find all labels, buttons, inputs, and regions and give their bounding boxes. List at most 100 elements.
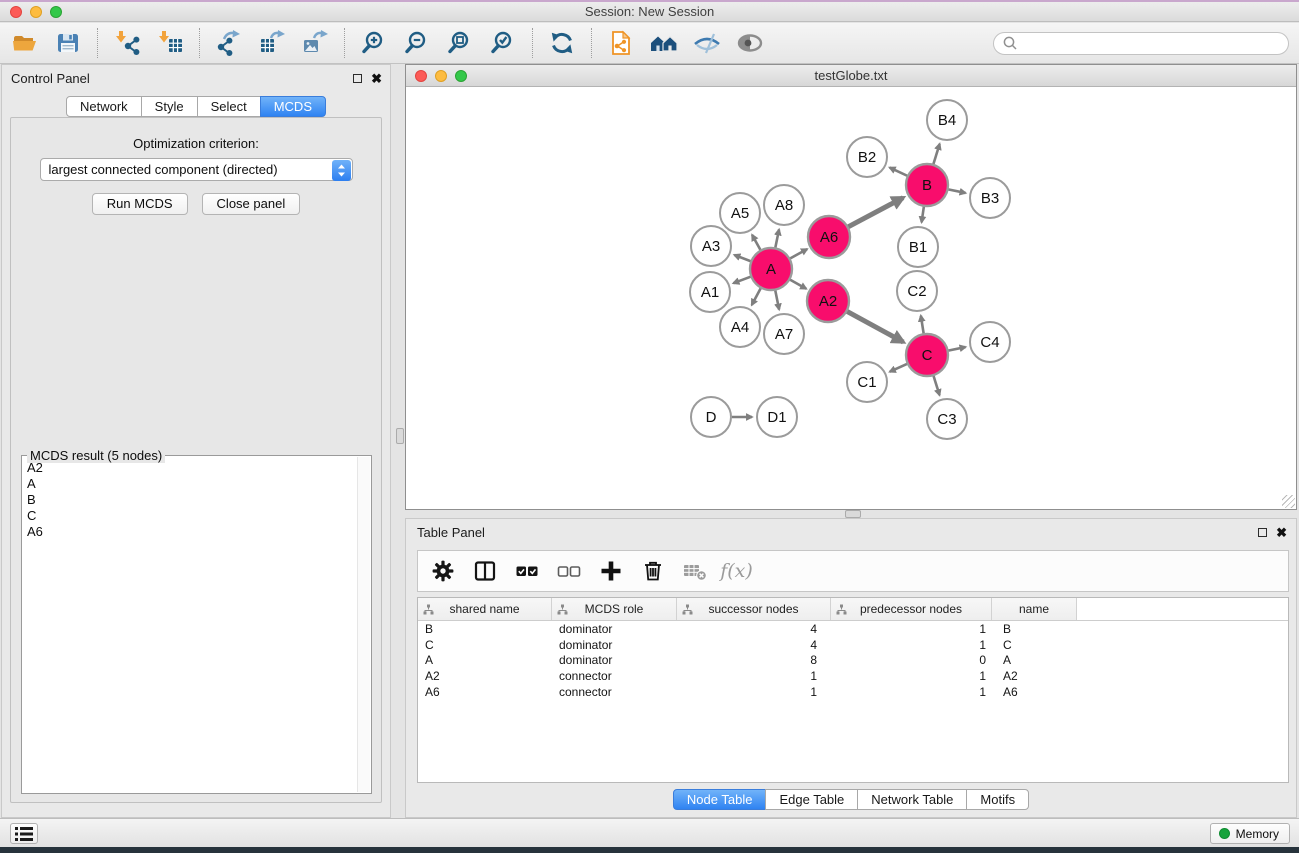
close-panel-button[interactable]: Close panel [202, 193, 301, 215]
table-options-button[interactable] [424, 556, 461, 586]
search-box [993, 32, 1289, 55]
import-table-button[interactable] [153, 28, 187, 58]
graph-edge-A2-C[interactable] [846, 311, 903, 342]
graph-edge-A6-B[interactable] [848, 198, 904, 228]
export-network-button[interactable] [212, 28, 246, 58]
zoom-window-button[interactable] [50, 6, 62, 18]
graph-edge-B-B4[interactable] [933, 144, 939, 165]
table-row[interactable]: A2connector11A2 [418, 668, 1288, 684]
graph-edge-B-B3[interactable] [948, 189, 966, 193]
export-table-button[interactable] [255, 28, 289, 58]
node-table: shared nameMCDS role successor nodes prede… [417, 597, 1289, 783]
zoom-network-button[interactable] [455, 70, 467, 82]
zoom-fit-button[interactable] [443, 28, 477, 58]
save-session-button[interactable] [51, 28, 85, 58]
graph-edge-A-A4[interactable] [752, 288, 761, 305]
function-builder-button[interactable]: f(x) [718, 556, 755, 586]
graph-edge-A-A1[interactable] [733, 276, 751, 283]
column-header-name[interactable]: name [992, 598, 1077, 620]
mcds-result-item[interactable]: A6 [27, 524, 356, 540]
delete-column-button[interactable] [634, 556, 671, 586]
memory-button[interactable]: Memory [1210, 823, 1290, 844]
graph-edge-C-C3[interactable] [933, 375, 939, 395]
result-scrollbar[interactable] [357, 457, 370, 792]
vertical-split-handle[interactable] [396, 428, 404, 444]
column-header-label: predecessor nodes [860, 602, 962, 616]
close-table-panel-icon[interactable]: ✖ [1276, 527, 1287, 538]
graph-edge-A-A8[interactable] [775, 229, 779, 248]
graph-edge-C-C4[interactable] [948, 347, 966, 351]
table-row[interactable]: Adominator80A [418, 652, 1288, 668]
delete-table-icon [682, 558, 708, 584]
table-row[interactable]: A6connector11A6 [418, 684, 1288, 700]
show-graphics-details-button[interactable] [733, 28, 767, 58]
graph-edge-A-A2[interactable] [789, 279, 806, 288]
zoom-in-button[interactable] [357, 28, 391, 58]
close-panel-icon[interactable]: ✖ [371, 73, 382, 84]
apply-layout-button[interactable] [545, 28, 579, 58]
zoom-out-button[interactable] [400, 28, 434, 58]
checked-checkboxes-icon [514, 558, 540, 584]
column-header-shared-name[interactable]: shared name [418, 598, 552, 620]
graph-edge-C-C2[interactable] [921, 316, 924, 335]
graph-edge-B-B1[interactable] [922, 206, 924, 222]
tab-mcds[interactable]: MCDS [260, 96, 326, 117]
table-cell-name: C [992, 638, 1077, 652]
graph-edge-A-A6[interactable] [789, 249, 807, 259]
import-network-button[interactable] [110, 28, 144, 58]
open-session-button[interactable] [8, 28, 42, 58]
mcds-result-item[interactable]: C [27, 508, 356, 524]
graph-edge-A-A3[interactable] [734, 255, 751, 262]
graph-edge-B-B2[interactable] [890, 168, 908, 177]
network-window-titlebar[interactable]: testGlobe.txt [406, 65, 1296, 87]
zoom-selected-button[interactable] [486, 28, 520, 58]
table-tab-edge-table[interactable]: Edge Table [765, 789, 858, 810]
open-folder-icon [12, 30, 38, 56]
run-mcds-button[interactable]: Run MCDS [92, 193, 188, 215]
add-column-button[interactable] [592, 556, 629, 586]
table-cell-name: B [992, 622, 1077, 636]
hide-selected-button[interactable] [690, 28, 724, 58]
float-panel-icon[interactable] [353, 74, 362, 83]
column-header-successor-nodes[interactable]: successor nodes [677, 598, 831, 620]
table-tab-motifs[interactable]: Motifs [966, 789, 1029, 810]
table-cell-mcds-role: dominator [552, 622, 677, 636]
unselect-all-button[interactable] [550, 556, 587, 586]
tab-network[interactable]: Network [66, 96, 142, 117]
float-table-panel-icon[interactable] [1258, 528, 1267, 537]
minimize-network-button[interactable] [435, 70, 447, 82]
criterion-dropdown[interactable]: largest connected component (directed) [40, 158, 353, 181]
toolbar-separator [97, 28, 98, 58]
session-title: Session: New Session [585, 4, 714, 19]
network-canvas[interactable]: B4B2BB3A8A5A6A3B1AC2A1A2A4A7C4CC1DD1C3 [406, 87, 1296, 509]
graph-edge-C-C1[interactable] [890, 364, 908, 372]
mcds-result-item[interactable]: A [27, 476, 356, 492]
tab-select[interactable]: Select [197, 96, 261, 117]
graph-edge-A-A5[interactable] [752, 235, 761, 251]
table-tab-node-table[interactable]: Node Table [673, 789, 767, 810]
horizontal-split-handle[interactable] [845, 510, 861, 518]
table-row[interactable]: Cdominator41C [418, 637, 1288, 653]
zoom-fit-icon [447, 30, 473, 56]
task-history-button[interactable] [10, 823, 38, 844]
first-neighbors-button[interactable] [647, 28, 681, 58]
close-network-button[interactable] [415, 70, 427, 82]
new-network-button[interactable] [604, 28, 638, 58]
column-header-predecessor-nodes[interactable]: predecessor nodes [831, 598, 992, 620]
close-window-button[interactable] [10, 6, 22, 18]
select-all-button[interactable] [508, 556, 545, 586]
tab-style[interactable]: Style [141, 96, 198, 117]
window-resize-grip[interactable] [1282, 495, 1295, 508]
minimize-window-button[interactable] [30, 6, 42, 18]
export-image-button[interactable] [298, 28, 332, 58]
show-column-button[interactable] [466, 556, 503, 586]
search-input[interactable] [1018, 35, 1280, 52]
column-header-mcds-role[interactable]: MCDS role [552, 598, 677, 620]
column-header-label: successor nodes [708, 602, 798, 616]
export-table-icon [259, 30, 285, 56]
graph-edge-A-A7[interactable] [775, 290, 779, 310]
table-row[interactable]: Bdominator41B [418, 621, 1288, 637]
table-tab-network-table[interactable]: Network Table [857, 789, 967, 810]
delete-table-button[interactable] [676, 556, 713, 586]
mcds-result-item[interactable]: B [27, 492, 356, 508]
